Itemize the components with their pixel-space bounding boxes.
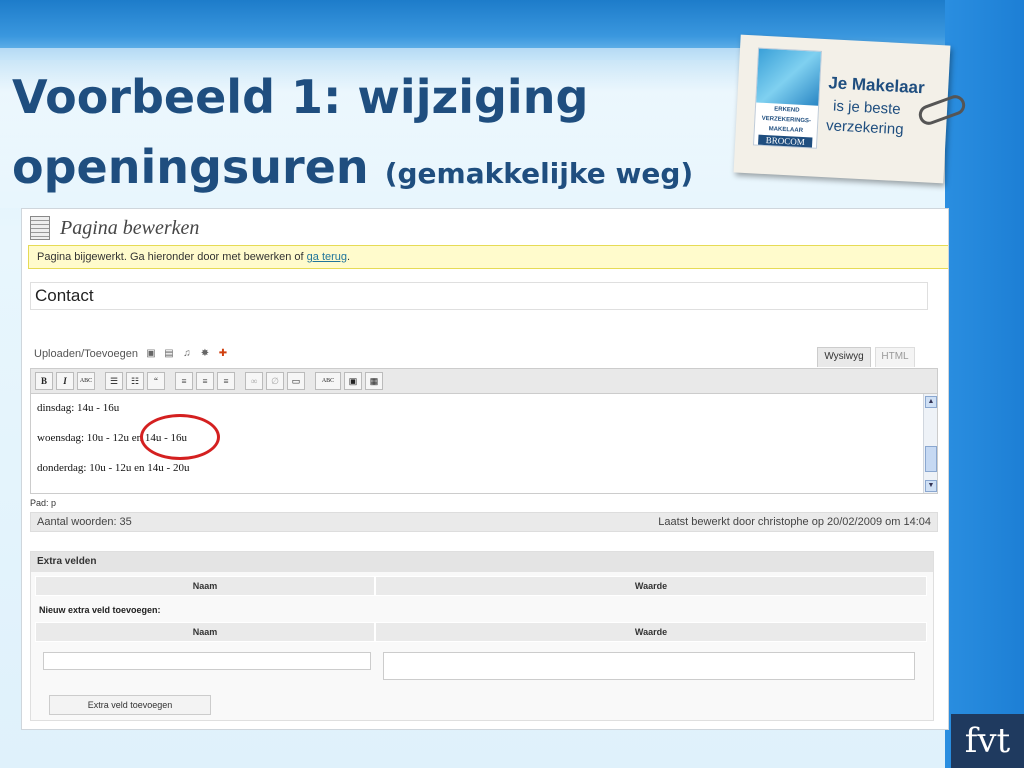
brocom-logo-card: ERKEND VERZEKERINGS- MAKELAAR BROCOM Je … [733, 34, 951, 184]
element-path: Pad: p [30, 498, 57, 508]
add-extra-field-button[interactable]: Extra veld toevoegen [49, 695, 211, 715]
page-icon [30, 216, 50, 240]
update-notice: Pagina bijgewerkt. Ga hieronder door met… [28, 245, 948, 269]
editor-status-bar: Aantal woorden: 35 Laatst bewerkt door c… [30, 512, 938, 532]
brocom-badge: ERKEND VERZEKERINGS- MAKELAAR BROCOM [752, 47, 823, 149]
tab-html[interactable]: HTML [875, 347, 915, 367]
logo-tagline-3: verzekering [825, 117, 904, 139]
slide-title: Voorbeeld 1: wijziging openingsuren (gem… [12, 62, 732, 209]
value-column-header: Waarde [375, 622, 927, 642]
bold-button[interactable]: B [35, 372, 53, 390]
new-field-label: Nieuw extra veld toevoegen: [39, 605, 161, 615]
italic-button[interactable]: I [56, 372, 74, 390]
add-audio-icon[interactable]: ♫ [182, 349, 192, 359]
page-title-input[interactable]: Contact [30, 282, 928, 310]
link-button[interactable]: ∞ [245, 372, 263, 390]
go-back-link[interactable]: ga terug [307, 251, 347, 263]
page-header: Pagina bewerken [30, 215, 199, 241]
editor-scrollbar[interactable]: ▲ ▼ [923, 394, 937, 493]
unlink-button[interactable]: ∅ [266, 372, 284, 390]
content-line: donderdag: 10u - 12u en 14u - 20u [37, 462, 190, 474]
slide-title-line2: openingsuren [12, 140, 369, 194]
add-other-icon[interactable]: ✚ [218, 349, 228, 359]
highlight-circle [140, 414, 220, 460]
scroll-up-icon[interactable]: ▲ [925, 396, 937, 408]
scroll-thumb[interactable] [925, 446, 937, 472]
align-center-button[interactable]: ≡ [196, 372, 214, 390]
add-video-icon[interactable]: ▤ [164, 349, 174, 359]
badge-brand: BROCOM [758, 134, 813, 148]
fvt-logo: fvt [951, 714, 1024, 768]
align-left-button[interactable]: ≡ [175, 372, 193, 390]
tab-wysiwyg[interactable]: Wysiwyg [817, 347, 871, 367]
strikethrough-button[interactable]: ABC [77, 372, 95, 390]
cms-screenshot: Pagina bewerken Pagina bijgewerkt. Ga hi… [21, 208, 949, 730]
spellcheck-button[interactable]: ABC [315, 372, 341, 390]
name-column-header: Naam [35, 622, 375, 642]
numbered-list-button[interactable]: ☷ [126, 372, 144, 390]
add-image-icon[interactable]: ▣ [146, 349, 156, 359]
upload-row: Uploaden/Toevoegen ▣ ▤ ♫ ✸ ✚ [34, 348, 228, 360]
content-line: dinsdag: 14u - 16u [37, 402, 120, 414]
upload-label: Uploaden/Toevoegen [34, 348, 138, 360]
name-column-header: Naam [35, 576, 375, 596]
notice-text: Pagina bijgewerkt. Ga hieronder door met… [37, 251, 307, 263]
scroll-down-icon[interactable]: ▼ [925, 480, 937, 492]
editor-toolbar: B I ABC ☰ ☷ “ ≡ ≡ ≡ ∞ ∅ ▭ ABC ▣ ▦ [30, 368, 938, 394]
fullscreen-button[interactable]: ▣ [344, 372, 362, 390]
word-count: Aantal woorden: 35 [37, 516, 132, 528]
badge-image [756, 48, 821, 106]
more-tag-button[interactable]: ▭ [287, 372, 305, 390]
kitchen-sink-button[interactable]: ▦ [365, 372, 383, 390]
notice-end: . [347, 251, 351, 263]
logo-tagline-2: is je beste [832, 97, 902, 119]
last-edited: Laatst bewerkt door christophe op 20/02/… [658, 516, 931, 528]
blockquote-button[interactable]: “ [147, 372, 165, 390]
new-field-value-input[interactable] [383, 652, 915, 680]
align-right-button[interactable]: ≡ [217, 372, 235, 390]
new-field-name-input[interactable] [43, 652, 371, 670]
bullet-list-button[interactable]: ☰ [105, 372, 123, 390]
extra-fields-box: Extra velden Naam Waarde Nieuw extra vel… [30, 551, 934, 721]
add-media-icon[interactable]: ✸ [200, 349, 210, 359]
value-column-header: Waarde [375, 576, 927, 596]
logo-tagline-1: Je Makelaar [827, 73, 926, 98]
extra-fields-title: Extra velden [31, 552, 933, 572]
page-heading: Pagina bewerken [60, 216, 200, 239]
slide-title-sub: (gemakkelijke weg) [384, 157, 694, 190]
slide-title-line1: Voorbeeld 1: wijziging [12, 70, 589, 124]
